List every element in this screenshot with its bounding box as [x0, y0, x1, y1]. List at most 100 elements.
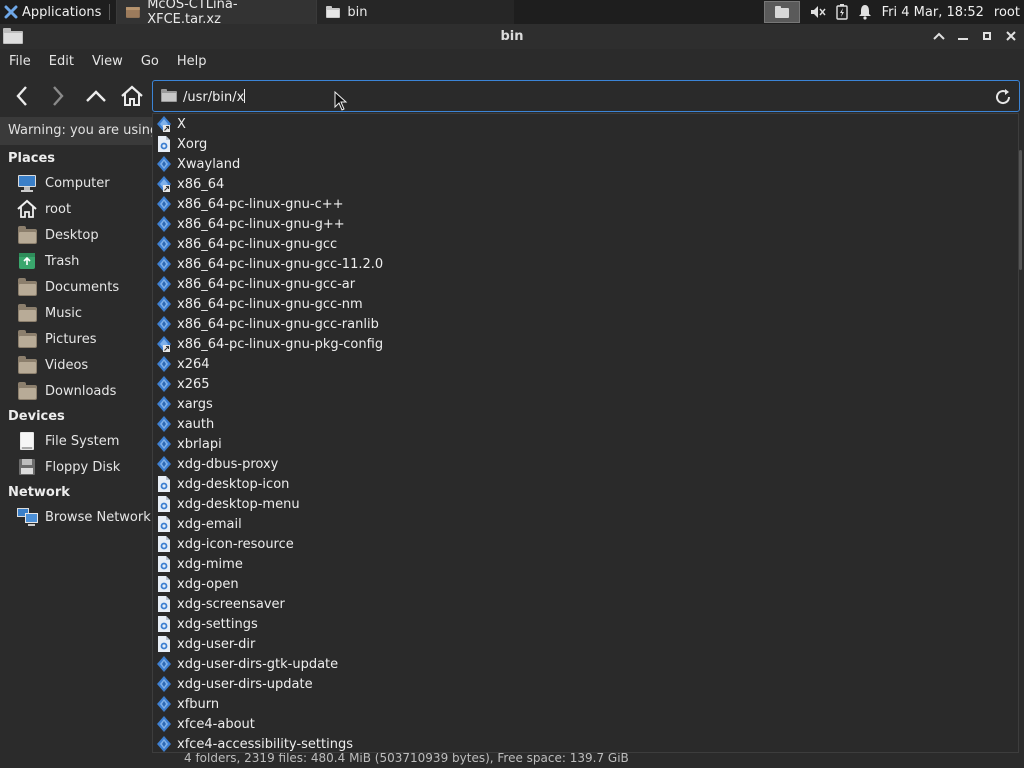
- completion-item[interactable]: Xorg: [157, 134, 207, 154]
- completion-label: xfce4-about: [177, 716, 255, 732]
- scrollbar[interactable]: [1019, 150, 1022, 270]
- completion-label: xdg-mime: [177, 556, 243, 572]
- window-close-button[interactable]: [1004, 27, 1018, 45]
- sidebar-item-documents[interactable]: Documents: [0, 274, 152, 300]
- completion-item[interactable]: x86_64-pc-linux-gnu-gcc: [157, 234, 337, 254]
- completion-item[interactable]: xdg-screensaver: [157, 594, 285, 614]
- completion-item[interactable]: xbrlapi: [157, 434, 222, 454]
- sidebar-item-computer[interactable]: Computer: [0, 170, 152, 196]
- computer-icon: [17, 173, 37, 193]
- window-shade-button[interactable]: [932, 27, 946, 45]
- completion-item[interactable]: xdg-mime: [157, 554, 243, 574]
- notifications-bell-icon[interactable]: [858, 4, 872, 20]
- completion-item[interactable]: xdg-email: [157, 514, 242, 534]
- completion-item[interactable]: xdg-user-dirs-gtk-update: [157, 654, 338, 674]
- completion-label: x265: [177, 376, 210, 392]
- location-bar[interactable]: /usr/bin/x: [152, 80, 1020, 112]
- completion-item[interactable]: x86_64-pc-linux-gnu-gcc-nm: [157, 294, 363, 314]
- chevron-left-icon: [16, 86, 27, 106]
- folder-icon: [17, 355, 37, 375]
- completion-item[interactable]: xdg-dbus-proxy: [157, 454, 278, 474]
- back-button[interactable]: [8, 82, 36, 110]
- executable-icon: [157, 696, 171, 712]
- executable-icon: [157, 656, 171, 672]
- forward-button[interactable]: [44, 82, 72, 110]
- archive-icon: [126, 7, 141, 18]
- completion-item[interactable]: xdg-desktop-icon: [157, 474, 289, 494]
- menu-go[interactable]: Go: [140, 54, 167, 69]
- completion-label: xdg-screensaver: [177, 596, 285, 612]
- taskbar-item-bin[interactable]: bin: [316, 0, 515, 24]
- completion-label: xdg-open: [177, 576, 239, 592]
- user-menu[interactable]: root: [994, 5, 1020, 20]
- applications-menu[interactable]: Applications: [0, 0, 116, 24]
- sidebar-item-file-system[interactable]: File System: [0, 428, 152, 454]
- completion-label: x86_64-pc-linux-gnu-gcc-nm: [177, 296, 363, 312]
- completion-item[interactable]: x264: [157, 354, 210, 374]
- completion-item[interactable]: xdg-user-dir: [157, 634, 255, 654]
- completion-label: x86_64-pc-linux-gnu-gcc-ranlib: [177, 316, 379, 332]
- completion-item[interactable]: xfburn: [157, 694, 219, 714]
- location-input[interactable]: /usr/bin/x: [183, 89, 246, 105]
- symlink-icon: [157, 116, 171, 132]
- sidebar-item-trash[interactable]: Trash: [0, 248, 152, 274]
- completion-label: x86_64-pc-linux-gnu-gcc-ar: [177, 276, 356, 292]
- menu-view[interactable]: View: [91, 54, 131, 69]
- executable-icon: [157, 276, 171, 292]
- show-desktop-button[interactable]: [763, 1, 800, 23]
- sidebar-item-downloads[interactable]: Downloads: [0, 378, 152, 404]
- completion-label: xdg-settings: [177, 616, 258, 632]
- executable-icon: [157, 416, 171, 432]
- completion-item[interactable]: Xwayland: [157, 154, 240, 174]
- completion-item[interactable]: x86_64-pc-linux-gnu-gcc-ranlib: [157, 314, 379, 334]
- volume-muted-icon[interactable]: [810, 5, 826, 19]
- completion-item[interactable]: x86_64: [157, 174, 224, 194]
- location-path: /usr/bin/x: [183, 90, 245, 105]
- completion-item[interactable]: xdg-user-dirs-update: [157, 674, 313, 694]
- sidebar-item-browse-network[interactable]: Browse Network: [0, 504, 152, 530]
- sidebar-item-root[interactable]: root: [0, 196, 152, 222]
- folder-icon: [326, 6, 341, 18]
- folder-icon: [17, 225, 37, 245]
- floppy-icon: [17, 457, 37, 477]
- sidebar-item-music[interactable]: Music: [0, 300, 152, 326]
- parent-folder-button[interactable]: [82, 82, 110, 110]
- sidebar-item-desktop[interactable]: Desktop: [0, 222, 152, 248]
- completion-label: xdg-user-dir: [177, 636, 256, 652]
- completion-item[interactable]: xauth: [157, 414, 214, 434]
- completion-item[interactable]: x86_64-pc-linux-gnu-gcc-ar: [157, 274, 355, 294]
- window-titlebar[interactable]: bin: [0, 24, 1024, 49]
- taskbar-item-archive[interactable]: McOS-CTLina-XFCE.tar.xz: [116, 0, 317, 27]
- completion-item[interactable]: xdg-settings: [157, 614, 258, 634]
- completion-item[interactable]: X: [157, 114, 186, 134]
- executable-icon: [157, 436, 171, 452]
- completion-item[interactable]: xdg-desktop-menu: [157, 494, 300, 514]
- completion-item[interactable]: xargs: [157, 394, 213, 414]
- completion-item[interactable]: x86_64-pc-linux-gnu-c++: [157, 194, 344, 214]
- completion-item[interactable]: xdg-open: [157, 574, 239, 594]
- menu-file[interactable]: File: [8, 54, 39, 69]
- sidebar-item-videos[interactable]: Videos: [0, 352, 152, 378]
- menu-help[interactable]: Help: [176, 54, 215, 69]
- sidebar-item-label: Downloads: [45, 383, 117, 399]
- maximize-icon: [983, 32, 991, 40]
- completion-item[interactable]: x265: [157, 374, 210, 394]
- menu-edit[interactable]: Edit: [48, 54, 82, 69]
- window-maximize-button[interactable]: [980, 27, 994, 45]
- completion-item[interactable]: x86_64-pc-linux-gnu-pkg-config: [157, 334, 383, 354]
- completion-item[interactable]: xdg-icon-resource: [157, 534, 294, 554]
- sidebar-item-label: Browse Network: [45, 509, 151, 525]
- folder-icon: [774, 6, 789, 18]
- reload-button[interactable]: [993, 87, 1013, 107]
- completion-label: X: [177, 116, 186, 132]
- completion-item[interactable]: xfce4-accessibility-settings: [157, 734, 353, 754]
- sidebar-item-floppy-disk[interactable]: Floppy Disk: [0, 454, 152, 480]
- clock[interactable]: Fri 4 Mar, 18:52: [882, 5, 984, 20]
- battery-icon[interactable]: [835, 4, 848, 20]
- window-minimize-button[interactable]: [956, 27, 970, 45]
- completion-item[interactable]: x86_64-pc-linux-gnu-gcc-11.2.0: [157, 254, 383, 274]
- home-button[interactable]: [118, 82, 146, 110]
- completion-item[interactable]: x86_64-pc-linux-gnu-g++: [157, 214, 345, 234]
- completion-item[interactable]: xfce4-about: [157, 714, 255, 734]
- sidebar-item-pictures[interactable]: Pictures: [0, 326, 152, 352]
